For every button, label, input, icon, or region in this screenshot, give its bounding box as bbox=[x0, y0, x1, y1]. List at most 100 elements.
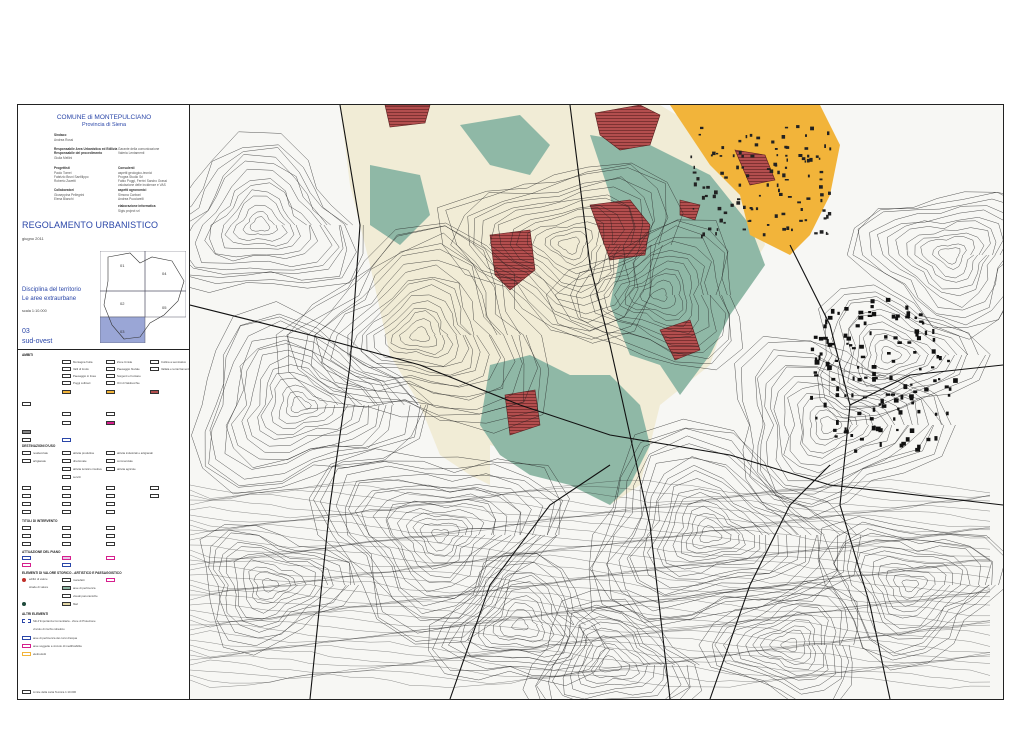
building-block bbox=[919, 367, 922, 371]
legend-swatch bbox=[22, 534, 31, 538]
building-block bbox=[781, 135, 786, 139]
building-block bbox=[948, 387, 952, 391]
building-block bbox=[804, 160, 807, 163]
building-block bbox=[720, 171, 724, 175]
building-block bbox=[915, 332, 919, 337]
building-block bbox=[732, 154, 735, 158]
building-block bbox=[857, 411, 862, 416]
building-block bbox=[692, 208, 695, 210]
building-block bbox=[807, 154, 810, 158]
building-block bbox=[896, 428, 899, 432]
building-block bbox=[721, 146, 725, 150]
contour-line bbox=[190, 654, 991, 668]
building-block bbox=[720, 218, 723, 222]
building-block bbox=[804, 147, 809, 150]
building-block bbox=[785, 154, 788, 157]
legend-item: vincolo di rischio idraulico bbox=[33, 627, 65, 631]
building-block bbox=[810, 395, 813, 400]
legend-swatch-orange bbox=[22, 652, 31, 656]
building-block bbox=[814, 232, 818, 235]
building-block bbox=[712, 151, 716, 156]
legend-item: visuali panoramiche bbox=[73, 593, 98, 598]
building-block bbox=[701, 195, 705, 200]
responsabile-name: Giulia Mellini bbox=[54, 156, 73, 160]
building-block bbox=[766, 168, 771, 170]
legend-swatch bbox=[22, 486, 31, 490]
building-block bbox=[766, 183, 769, 187]
contour-line bbox=[535, 598, 696, 699]
building-block bbox=[741, 166, 744, 169]
legend-swatch-red-dot bbox=[22, 578, 26, 582]
building-block bbox=[741, 155, 744, 158]
building-block bbox=[885, 393, 890, 396]
legend-swatch bbox=[22, 459, 31, 463]
key-tile-01-label: 01 bbox=[120, 263, 125, 268]
legend-swatch bbox=[62, 542, 71, 546]
building-block bbox=[893, 398, 899, 403]
contour-line bbox=[867, 333, 921, 376]
legend-swatch-magenta bbox=[106, 421, 115, 425]
building-block bbox=[818, 355, 821, 360]
building-block bbox=[815, 155, 819, 158]
building-block bbox=[809, 157, 813, 162]
building-block bbox=[918, 313, 923, 317]
building-block bbox=[716, 228, 719, 231]
legend-swatch bbox=[106, 526, 115, 530]
building-block bbox=[779, 192, 783, 196]
legend-swatch bbox=[150, 367, 159, 371]
contour-line bbox=[711, 587, 850, 699]
legend-item: Valli di fondo bbox=[73, 366, 89, 371]
building-block bbox=[859, 344, 864, 349]
legend-swatch bbox=[22, 690, 31, 694]
building-block bbox=[745, 135, 748, 139]
building-block bbox=[850, 434, 854, 437]
building-block bbox=[933, 379, 937, 383]
building-block bbox=[905, 305, 909, 310]
key-tile-01-frame bbox=[100, 251, 146, 292]
map-canvas[interactable] bbox=[190, 105, 1003, 699]
legend-item: Paesaggio fluviale bbox=[117, 366, 140, 371]
building-block bbox=[806, 158, 810, 163]
contour-line bbox=[249, 216, 271, 232]
building-block bbox=[702, 232, 705, 237]
contour-line bbox=[431, 529, 449, 544]
legend-swatch bbox=[62, 459, 71, 463]
building-block bbox=[836, 386, 840, 392]
sheet-name: sud-ovest bbox=[22, 338, 53, 345]
legend-swatch-magenta bbox=[62, 556, 71, 560]
building-block bbox=[938, 378, 941, 381]
building-block bbox=[825, 233, 829, 235]
building-block bbox=[784, 166, 788, 169]
building-block bbox=[819, 352, 823, 356]
legend-item: aree soggette a vincolo di inedificabili… bbox=[33, 643, 82, 648]
sindaco-name: Andrea Rossi bbox=[54, 138, 74, 142]
building-block bbox=[818, 336, 824, 341]
building-block bbox=[791, 228, 793, 232]
building-block bbox=[827, 365, 832, 370]
legend-swatch-blue bbox=[22, 556, 31, 560]
building-block bbox=[777, 170, 780, 175]
contour-line bbox=[886, 217, 1003, 308]
building-block bbox=[738, 139, 742, 143]
legend-swatch-dashed bbox=[22, 619, 31, 623]
building-block bbox=[898, 410, 903, 415]
building-block bbox=[774, 148, 778, 150]
building-block bbox=[700, 126, 704, 130]
contour-line bbox=[190, 669, 991, 684]
contour-line bbox=[199, 524, 359, 656]
building-block bbox=[846, 342, 849, 345]
contour-line bbox=[221, 189, 301, 250]
progettisti-label: Progettisti bbox=[54, 166, 70, 170]
building-block bbox=[864, 376, 868, 379]
building-block bbox=[719, 155, 723, 157]
building-block bbox=[857, 365, 860, 369]
sheet-number: 03 bbox=[22, 328, 30, 335]
legend: AMBITI Montagna fruita Zone Umide Collin… bbox=[18, 349, 189, 699]
building-block bbox=[717, 206, 722, 211]
building-block bbox=[911, 401, 914, 405]
legend-swatch bbox=[62, 494, 71, 498]
building-block bbox=[715, 232, 717, 236]
legend-swatch bbox=[150, 486, 159, 490]
building-block bbox=[909, 428, 915, 433]
building-block bbox=[884, 335, 888, 339]
